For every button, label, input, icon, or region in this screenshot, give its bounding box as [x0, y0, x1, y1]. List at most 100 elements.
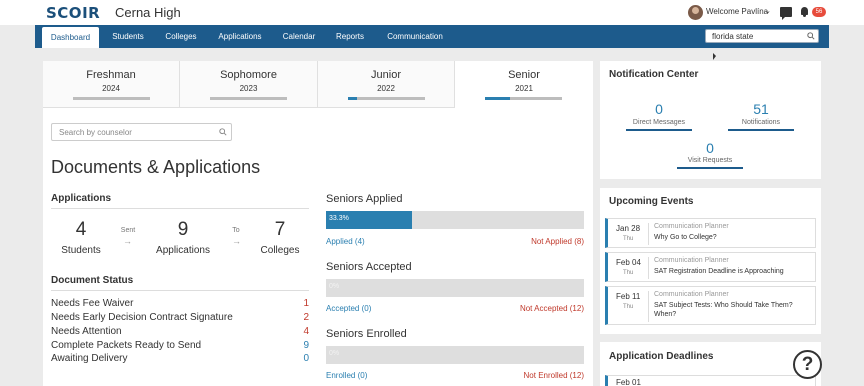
- search-icon[interactable]: [219, 128, 227, 136]
- user-avatar[interactable]: [688, 5, 703, 20]
- arrow-right-icon: →: [232, 236, 241, 246]
- document-status-label: Needs Attention: [51, 326, 122, 337]
- year-number: 2024: [102, 84, 120, 93]
- event-divider: [648, 223, 649, 245]
- application-deadlines-panel: Application Deadlines Feb 01: [600, 342, 821, 386]
- tab-students[interactable]: Students: [107, 25, 149, 48]
- event-type: Communication Planner: [654, 223, 729, 230]
- not-enrolled-link[interactable]: Not Enrolled (12): [524, 371, 584, 380]
- event-title[interactable]: SAT Registration Deadline is Approaching: [654, 267, 814, 276]
- help-button[interactable]: ?: [793, 350, 822, 379]
- year-progress-bar: [73, 97, 150, 100]
- event-item[interactable]: Feb 11 Thu Communication Planner SAT Sub…: [605, 286, 816, 325]
- year-number: 2023: [239, 84, 258, 93]
- to-label: To: [232, 227, 240, 234]
- document-status-count[interactable]: 2: [303, 312, 309, 323]
- direct-messages-count[interactable]: 0: [626, 101, 692, 117]
- event-title[interactable]: SAT Subject Tests: Who Should Take Them?…: [654, 301, 814, 319]
- notification-badge[interactable]: 56: [812, 7, 826, 17]
- year-tab-junior[interactable]: Junior 2022: [318, 61, 455, 108]
- students-label: Students: [61, 245, 101, 256]
- notification-center-title: Notification Center: [609, 69, 699, 80]
- notifications-count[interactable]: 51: [728, 101, 794, 117]
- seniors-enrolled-bar[interactable]: 0%: [326, 346, 584, 364]
- event-item[interactable]: Feb 04 Thu Communication Planner SAT Reg…: [605, 252, 816, 282]
- divider: [51, 290, 309, 291]
- document-status-heading: Document Status: [51, 275, 134, 286]
- year-tab-senior[interactable]: Senior 2021: [455, 61, 593, 108]
- document-status-count[interactable]: 1: [303, 298, 309, 309]
- search-icon[interactable]: [807, 32, 815, 40]
- document-status-label: Needs Fee Waiver: [51, 298, 134, 309]
- document-status-row[interactable]: Awaiting Delivery 0: [51, 353, 309, 366]
- year-progress-bar: [348, 97, 425, 100]
- global-search-input[interactable]: florida state: [705, 29, 819, 43]
- global-search-value[interactable]: florida state: [712, 32, 753, 41]
- welcome-menu[interactable]: Welcome Pavlína: [706, 7, 768, 16]
- counselor-search-placeholder[interactable]: Search by counselor: [59, 128, 132, 137]
- year-number: 2022: [377, 84, 395, 93]
- tab-colleges[interactable]: Colleges: [161, 25, 201, 48]
- upcoming-events-panel: Upcoming Events Jan 28 Thu Communication…: [600, 188, 821, 334]
- document-status-row[interactable]: Complete Packets Ready to Send 9: [51, 340, 309, 353]
- event-day: Thu: [623, 304, 634, 310]
- applications-count[interactable]: 9: [165, 219, 201, 241]
- seniors-accepted-title: Seniors Accepted: [326, 261, 412, 273]
- school-name: Cerna High: [115, 5, 181, 20]
- document-status-count[interactable]: 4: [303, 326, 309, 337]
- visit-requests-underline: [677, 167, 743, 169]
- chevron-down-icon[interactable]: ⌄: [765, 7, 771, 15]
- event-date: Jan 28: [616, 224, 641, 233]
- tab-communication[interactable]: Communication: [381, 25, 449, 48]
- messages-icon[interactable]: [780, 7, 792, 20]
- students-count[interactable]: 4: [63, 219, 99, 241]
- event-item[interactable]: Jan 28 Thu Communication Planner Why Go …: [605, 218, 816, 248]
- accepted-link[interactable]: Accepted (0): [326, 304, 371, 313]
- year-progress-fill: [485, 97, 511, 100]
- seniors-enrolled-percent: 0%: [329, 350, 340, 357]
- year-name: Sophomore: [220, 69, 277, 81]
- event-date: Feb 04: [616, 258, 641, 267]
- visit-requests-count[interactable]: 0: [677, 140, 743, 156]
- event-title[interactable]: Why Go to College?: [654, 233, 814, 242]
- document-status-label: Complete Packets Ready to Send: [51, 340, 202, 351]
- year-number: 2021: [515, 84, 533, 93]
- not-applied-link[interactable]: Not Applied (8): [531, 237, 584, 246]
- direct-messages-label[interactable]: Direct Messages: [626, 119, 692, 126]
- applications-heading: Applications: [51, 193, 112, 204]
- visit-requests-label[interactable]: Visit Requests: [677, 157, 743, 164]
- event-type: Communication Planner: [654, 291, 729, 298]
- deadline-item[interactable]: Feb 01: [605, 375, 816, 386]
- tab-dashboard[interactable]: Dashboard: [42, 27, 99, 48]
- year-progress-bar: [210, 97, 287, 100]
- document-status-count[interactable]: 0: [303, 353, 309, 364]
- event-day: Thu: [623, 270, 634, 276]
- colleges-count[interactable]: 7: [262, 219, 298, 241]
- enrolled-link[interactable]: Enrolled (0): [326, 371, 367, 380]
- year-tab-freshman[interactable]: Freshman 2024: [43, 61, 180, 108]
- direct-messages-underline: [626, 129, 692, 131]
- document-status-row[interactable]: Needs Early Decision Contract Signature …: [51, 312, 309, 325]
- year-tab-sophomore[interactable]: Sophomore 2023: [180, 61, 318, 108]
- notifications-label[interactable]: Notifications: [728, 119, 794, 126]
- document-status-row[interactable]: Needs Attention 4: [51, 326, 309, 339]
- tab-calendar[interactable]: Calendar: [279, 25, 319, 48]
- applied-link[interactable]: Applied (4): [326, 237, 365, 246]
- page-title: Documents & Applications: [51, 157, 261, 177]
- upcoming-events-title: Upcoming Events: [609, 196, 694, 207]
- seniors-applied-title: Seniors Applied: [326, 193, 403, 205]
- mouse-cursor: [713, 53, 716, 60]
- tab-reports[interactable]: Reports: [332, 25, 368, 48]
- seniors-accepted-bar[interactable]: 0%: [326, 279, 584, 297]
- bell-icon[interactable]: [800, 6, 809, 17]
- colleges-label: Colleges: [260, 245, 300, 256]
- seniors-applied-bar[interactable]: 33.3%: [326, 211, 584, 229]
- top-header: SCOIR Cerna High Welcome Pavlína ⌄ 56: [0, 0, 864, 25]
- scoir-logo[interactable]: SCOIR: [46, 4, 100, 22]
- year-name: Junior: [371, 69, 401, 81]
- not-accepted-link[interactable]: Not Accepted (12): [520, 304, 584, 313]
- tab-applications[interactable]: Applications: [213, 25, 267, 48]
- document-status-row[interactable]: Needs Fee Waiver 1: [51, 298, 309, 311]
- counselor-search-input[interactable]: Search by counselor: [51, 123, 232, 141]
- document-status-count[interactable]: 9: [303, 340, 309, 351]
